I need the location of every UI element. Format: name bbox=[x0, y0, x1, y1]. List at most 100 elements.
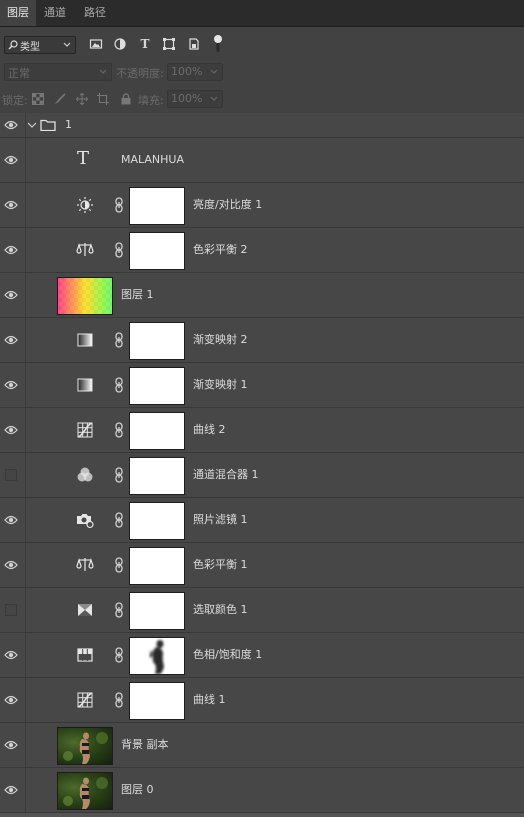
group-name: 1 bbox=[65, 118, 72, 131]
visibility-toggle[interactable] bbox=[0, 723, 26, 767]
layer-name: 曲线 1 bbox=[193, 693, 226, 706]
link-icon[interactable] bbox=[114, 467, 124, 483]
visibility-toggle[interactable] bbox=[0, 678, 26, 722]
visibility-toggle[interactable] bbox=[0, 228, 26, 272]
eye-icon bbox=[4, 515, 18, 525]
link-icon[interactable] bbox=[114, 647, 124, 663]
color-balance-icon bbox=[76, 243, 94, 256]
layer-name: 亮度/对比度 1 bbox=[193, 198, 263, 211]
layer-name: 色彩平衡 1 bbox=[193, 558, 248, 571]
layer-mask-thumbnail[interactable] bbox=[129, 322, 185, 360]
layer-mask-thumbnail[interactable] bbox=[129, 682, 185, 720]
brush-icon[interactable] bbox=[54, 93, 66, 105]
layer-row[interactable]: 曲线 1 bbox=[0, 678, 524, 723]
layer-row[interactable]: 色彩平衡 1 bbox=[0, 543, 524, 588]
lock-transparent-icon[interactable] bbox=[32, 93, 44, 105]
pixel-filter-icon[interactable] bbox=[89, 37, 103, 51]
filter-toggle-icon[interactable] bbox=[213, 34, 223, 54]
layer-name: 渐变映射 2 bbox=[193, 333, 248, 346]
shape-filter-icon[interactable] bbox=[162, 37, 176, 51]
layer-mask-thumbnail[interactable] bbox=[129, 187, 185, 225]
text-icon: T bbox=[77, 148, 90, 169]
layer-row[interactable]: T MALANHUA bbox=[0, 138, 524, 183]
layer-row[interactable]: 曲线 2 bbox=[0, 408, 524, 453]
chevron-down-icon bbox=[99, 69, 107, 74]
layer-mask-thumbnail[interactable] bbox=[129, 412, 185, 450]
layer-row[interactable]: 背景 副本 bbox=[0, 723, 524, 768]
layer-row[interactable]: 图层 1 bbox=[0, 273, 524, 318]
layer-row[interactable]: 图层 0 bbox=[0, 768, 524, 813]
lock-all-icon[interactable] bbox=[120, 93, 132, 105]
layer-name: 图层 1 bbox=[121, 288, 154, 301]
layer-mask-thumbnail[interactable] bbox=[129, 457, 185, 495]
layer-group[interactable]: 1 bbox=[0, 113, 524, 138]
link-icon[interactable] bbox=[114, 557, 124, 573]
fill-field[interactable]: 100% bbox=[167, 90, 223, 108]
visibility-toggle[interactable] bbox=[0, 588, 26, 632]
gradient-thumbnail[interactable] bbox=[57, 277, 113, 315]
chevron-down-icon[interactable] bbox=[27, 121, 37, 129]
visibility-toggle[interactable] bbox=[0, 318, 26, 362]
visibility-toggle[interactable] bbox=[0, 138, 26, 182]
layer-row[interactable]: 渐变映射 1 bbox=[0, 363, 524, 408]
figure-silhouette bbox=[63, 732, 108, 764]
channel-mixer-icon bbox=[77, 467, 93, 482]
eye-icon bbox=[4, 200, 18, 210]
visibility-off-box bbox=[5, 469, 17, 481]
layer-row[interactable]: 渐变映射 2 bbox=[0, 318, 524, 363]
fill-label: 填充: bbox=[138, 94, 164, 107]
layer-row[interactable]: 亮度/对比度 1 bbox=[0, 183, 524, 228]
chevron-down-icon bbox=[210, 69, 218, 74]
visibility-toggle[interactable] bbox=[0, 768, 26, 812]
eye-icon bbox=[4, 425, 18, 435]
layer-mask-thumbnail[interactable] bbox=[129, 502, 185, 540]
opacity-field[interactable]: 100% bbox=[167, 63, 223, 81]
visibility-toggle[interactable] bbox=[0, 183, 26, 227]
link-icon[interactable] bbox=[114, 242, 124, 258]
tab-paths[interactable]: 路径 bbox=[74, 0, 116, 26]
link-icon[interactable] bbox=[114, 512, 124, 528]
layer-mask-thumbnail[interactable] bbox=[129, 592, 185, 630]
visibility-toggle[interactable] bbox=[0, 408, 26, 452]
eye-icon bbox=[4, 335, 18, 345]
filter-kind-select[interactable]: 类型 bbox=[4, 36, 76, 54]
smart-object-filter-icon[interactable] bbox=[187, 37, 201, 51]
layer-name: 图层 0 bbox=[121, 783, 154, 796]
move-icon[interactable] bbox=[76, 93, 88, 105]
tab-layers[interactable]: 图层 bbox=[0, 0, 36, 26]
visibility-toggle[interactable] bbox=[0, 543, 26, 587]
layer-mask-thumbnail[interactable] bbox=[129, 367, 185, 405]
layer-row[interactable]: 选取颜色 1 bbox=[0, 588, 524, 633]
visibility-toggle[interactable] bbox=[0, 453, 26, 497]
visibility-toggle[interactable] bbox=[0, 113, 26, 137]
link-icon[interactable] bbox=[114, 422, 124, 438]
artboard-icon[interactable] bbox=[97, 93, 109, 105]
visibility-toggle[interactable] bbox=[0, 498, 26, 542]
visibility-toggle[interactable] bbox=[0, 633, 26, 677]
gradient-map-icon bbox=[77, 378, 93, 392]
link-icon[interactable] bbox=[114, 197, 124, 213]
visibility-toggle[interactable] bbox=[0, 363, 26, 407]
layer-row[interactable]: 照片滤镜 1 bbox=[0, 498, 524, 543]
layer-mask-thumbnail[interactable] bbox=[129, 547, 185, 585]
layer-row[interactable]: 通道混合器 1 bbox=[0, 453, 524, 498]
blend-mode-select[interactable]: 正常 bbox=[4, 63, 112, 81]
folder-icon bbox=[40, 119, 56, 131]
link-icon[interactable] bbox=[114, 692, 124, 708]
link-icon[interactable] bbox=[114, 332, 124, 348]
tab-channels[interactable]: 通道 bbox=[36, 0, 74, 26]
adjustment-filter-icon[interactable] bbox=[113, 37, 127, 51]
visibility-toggle[interactable] bbox=[0, 273, 26, 317]
layer-mask-thumbnail[interactable] bbox=[129, 637, 185, 675]
type-filter-icon[interactable]: T bbox=[138, 37, 152, 51]
layer-mask-thumbnail[interactable] bbox=[129, 232, 185, 270]
layer-row[interactable]: 色彩平衡 2 bbox=[0, 228, 524, 273]
layer-name: 通道混合器 1 bbox=[193, 468, 259, 481]
photo-thumbnail[interactable] bbox=[57, 727, 113, 765]
link-icon[interactable] bbox=[114, 377, 124, 393]
photo-thumbnail[interactable] bbox=[57, 772, 113, 810]
layer-name: 背景 副本 bbox=[121, 738, 169, 751]
layer-row[interactable]: 色相/饱和度 1 bbox=[0, 633, 524, 678]
link-icon[interactable] bbox=[114, 602, 124, 618]
blend-row: 正常 不透明度: 100% bbox=[0, 59, 524, 85]
